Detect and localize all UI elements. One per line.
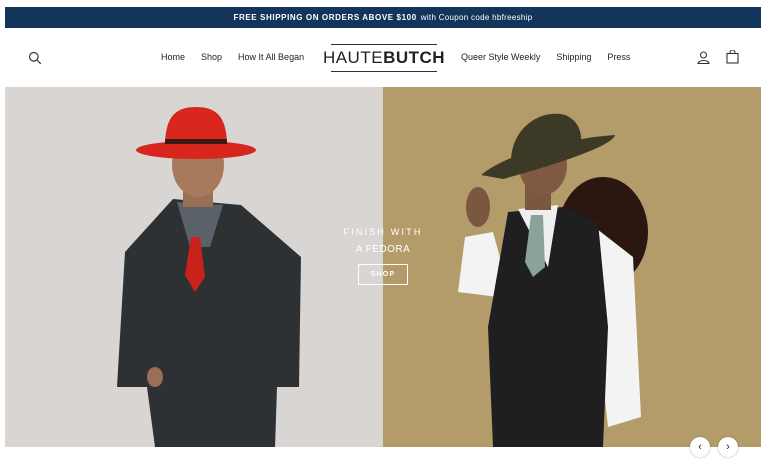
chevron-right-icon[interactable]: ›: [718, 437, 738, 457]
site-header: Home Shop How It All Began HAUTE BUTCH Qu…: [5, 28, 761, 87]
shop-button[interactable]: SHOP: [357, 264, 409, 285]
nav-left: Home Shop How It All Began: [161, 52, 304, 62]
hero-line-1: FINISH WITH: [343, 227, 423, 237]
nav-item-shipping[interactable]: Shipping: [556, 52, 591, 62]
site-logo[interactable]: HAUTE BUTCH: [323, 44, 445, 72]
announcement-bold: FREE SHIPPING ON ORDERS ABOVE $100: [233, 13, 417, 22]
logo-bold: BUTCH: [383, 48, 446, 67]
nav-right: Queer Style Weekly Shipping Press: [461, 52, 630, 62]
logo-thin: HAUTE: [322, 48, 384, 67]
nav-item-queer-style-weekly[interactable]: Queer Style Weekly: [461, 52, 540, 62]
search-icon[interactable]: [28, 51, 42, 70]
nav-item-shop[interactable]: Shop: [201, 52, 222, 62]
hero-overlay: FINISH WITH A FEDORA SHOP: [325, 227, 441, 285]
hero-line-2: A FEDORA: [355, 244, 411, 255]
chevron-left-icon[interactable]: ‹: [690, 437, 710, 457]
announcement-rest: with Coupon code hbfreeship: [420, 13, 533, 22]
hero-slideshow: FINISH WITH A FEDORA SHOP: [5, 87, 761, 447]
announcement-bar: FREE SHIPPING ON ORDERS ABOVE $100 with …: [5, 7, 761, 28]
nav-item-home[interactable]: Home: [161, 52, 185, 62]
account-icon[interactable]: [697, 51, 710, 69]
nav-item-press[interactable]: Press: [607, 52, 630, 62]
cart-icon[interactable]: [726, 49, 739, 69]
nav-item-how-it-all-began[interactable]: How It All Began: [238, 52, 304, 62]
